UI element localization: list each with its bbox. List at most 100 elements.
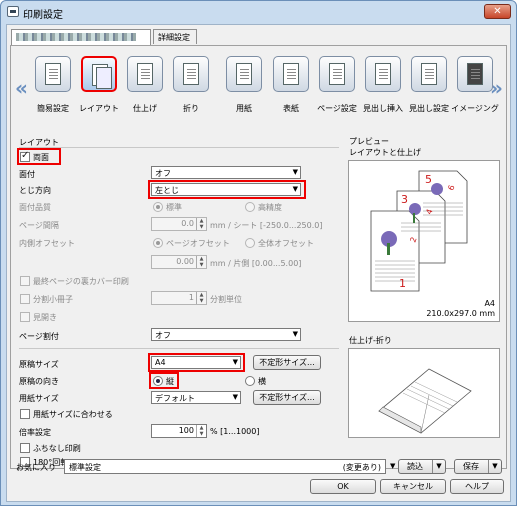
imaging-icon [457, 56, 493, 92]
quality-label: 面付品質 [19, 203, 51, 212]
favorites-label: お気に入り [16, 463, 56, 472]
feature-label: 見出し挿入 [363, 104, 403, 113]
layout-preview-graphic: 5 6 3 4 2 1 [370, 170, 468, 292]
tab-blurred-label [16, 32, 136, 41]
page-split-select[interactable]: オフ ▼ [151, 328, 301, 341]
ok-button[interactable]: OK [310, 479, 376, 494]
favorites-value: 標準設定 [69, 463, 101, 472]
fit-paper-label: 用紙サイズに合わせる [33, 410, 113, 419]
print-settings-window: 印刷設定 ✕ 詳細設定 « » 簡易設定 レイアウト 仕上げ 折り 用紙 表紙 … [0, 0, 517, 506]
feature-label: ページ設定 [317, 104, 357, 113]
feature-label: 表紙 [283, 104, 299, 113]
chevron-down-icon[interactable]: ▼ [488, 460, 501, 473]
quality-standard-radio[interactable] [153, 202, 163, 212]
preview-page-number: 1 [399, 277, 406, 290]
offset-spinner[interactable]: 0.00 ▲ ▼ [151, 255, 207, 269]
page-gap-spinner[interactable]: 0.0 ▲ ▼ [151, 217, 207, 231]
back-cover-checkbox[interactable] [20, 276, 30, 286]
feature-icon-bar: « » 簡易設定 レイアウト 仕上げ 折り 用紙 表紙 ページ設定 見出し挿入 … [11, 46, 506, 126]
paper-icon [226, 56, 262, 92]
fold-icon [173, 56, 209, 92]
paper-size-select[interactable]: デフォルト ▼ [151, 391, 241, 404]
spinner-arrows-icon[interactable]: ▲ ▼ [196, 425, 206, 437]
offset-all-radio[interactable] [245, 238, 255, 248]
offset-all-label: 全体オフセット [258, 239, 314, 248]
zoom-unit: % [1...1000] [210, 427, 260, 436]
quick-setup-icon [35, 56, 71, 92]
split-unit: 分割単位 [210, 295, 242, 304]
feature-layout[interactable]: レイアウト [79, 56, 119, 114]
paper-size-label: 用紙サイズ [19, 394, 59, 403]
tab-advanced[interactable]: 詳細設定 [153, 29, 197, 44]
split-spinner[interactable]: 1 ▲ ▼ [151, 291, 207, 305]
chevron-down-icon: ▼ [292, 168, 298, 176]
close-button[interactable]: ✕ [484, 4, 511, 19]
layout-icon [81, 56, 117, 92]
cover-icon [273, 56, 309, 92]
offset-unit: mm / 片側 [0.00...5.00] [210, 259, 302, 268]
landscape-radio[interactable] [245, 376, 255, 386]
feature-page-setup[interactable]: ページ設定 [317, 56, 357, 114]
spinner-arrows-icon[interactable]: ▲ ▼ [196, 292, 206, 304]
printer-icon [7, 6, 19, 17]
feature-quick-setup[interactable]: 簡易設定 [33, 56, 73, 114]
highlight-duplex [17, 148, 61, 165]
zoom-spinner[interactable]: 100 ▲ ▼ [151, 424, 207, 438]
borderless-checkbox[interactable] [20, 443, 30, 453]
original-size-label: 原稿サイズ [19, 360, 59, 369]
quality-high-radio[interactable] [245, 202, 255, 212]
chevron-down-icon: ▼ [292, 330, 298, 338]
feature-cover[interactable]: 表紙 [271, 56, 311, 114]
load-button[interactable]: 読込 ▼ [398, 459, 446, 474]
binding-side-label: 面付 [19, 170, 35, 179]
zoom-label: 倍率設定 [19, 428, 51, 437]
split-booklet-label: 分割小冊子 [33, 295, 73, 304]
zoom-value: 100 [178, 426, 194, 435]
cancel-button[interactable]: キャンセル [380, 479, 446, 494]
chevron-down-icon[interactable]: ▼ [432, 460, 445, 473]
feature-tab-insert[interactable]: 見出し挿入 [363, 56, 403, 114]
layout-preview: 5 6 3 4 2 1 A4 210.0x297.0 mm [348, 160, 500, 322]
chevron-down-icon[interactable]: ▼ [390, 462, 395, 470]
custom-size-button-2[interactable]: 不定形サイズ... [253, 390, 321, 405]
preview-title: プレビュー [349, 137, 389, 146]
settings-panel: « » 簡易設定 レイアウト 仕上げ 折り 用紙 表紙 ページ設定 見出し挿入 … [10, 45, 507, 469]
feature-tab-settings[interactable]: 見出し設定 [409, 56, 449, 114]
page-gap-label: ページ間隔 [19, 221, 59, 230]
bottom-bar: お気に入り 標準設定 (変更あり) ▼ 読込 ▼ 保存 ▼ OK キャンセル ヘルプ [10, 459, 507, 501]
tab-basic[interactable] [11, 29, 151, 45]
custom-size-button[interactable]: 不定形サイズ... [253, 355, 321, 370]
favorites-select[interactable]: 標準設定 (変更あり) [64, 459, 386, 474]
feature-paper[interactable]: 用紙 [224, 56, 264, 114]
feature-label: 折り [183, 104, 199, 113]
preview-size-code: A4 [484, 299, 495, 308]
feature-finishing[interactable]: 仕上げ [125, 56, 165, 114]
orientation-label: 原稿の向き [19, 377, 59, 386]
spinner-arrows-icon[interactable]: ▲ ▼ [196, 256, 206, 268]
help-button[interactable]: ヘルプ [450, 479, 504, 494]
feature-label: レイアウト [79, 104, 119, 113]
offset-value: 0.00 [176, 257, 194, 266]
dialog-client: 詳細設定 « » 簡易設定 レイアウト 仕上げ 折り 用紙 表紙 ページ設定 見… [6, 24, 511, 502]
spinner-arrows-icon[interactable]: ▲ ▼ [196, 218, 206, 230]
binding-side-select[interactable]: オフ ▼ [151, 166, 301, 179]
feature-imaging[interactable]: イメージング [451, 56, 499, 114]
inner-offset-label: 内側オフセット [19, 239, 75, 248]
save-button[interactable]: 保存 ▼ [454, 459, 502, 474]
split-booklet-checkbox[interactable] [20, 294, 30, 304]
paper-size-value: デフォルト [155, 394, 195, 403]
feature-fold[interactable]: 折り [171, 56, 211, 114]
feature-label: 仕上げ [133, 104, 157, 113]
offset-page-radio[interactable] [153, 238, 163, 248]
load-label: 読込 [407, 462, 423, 471]
fit-paper-checkbox[interactable] [20, 409, 30, 419]
chevron-down-icon: ▼ [232, 393, 238, 401]
page-split-value: オフ [155, 331, 171, 340]
back-cover-label: 最終ページの裏カバー印刷 [33, 277, 129, 286]
divider [19, 147, 339, 148]
scroll-left-icon[interactable]: « [15, 76, 28, 100]
spread-checkbox[interactable] [20, 312, 30, 322]
highlight-portrait [149, 372, 179, 389]
offset-page-label: ページオフセット [166, 239, 230, 248]
feature-label: 見出し設定 [409, 104, 449, 113]
